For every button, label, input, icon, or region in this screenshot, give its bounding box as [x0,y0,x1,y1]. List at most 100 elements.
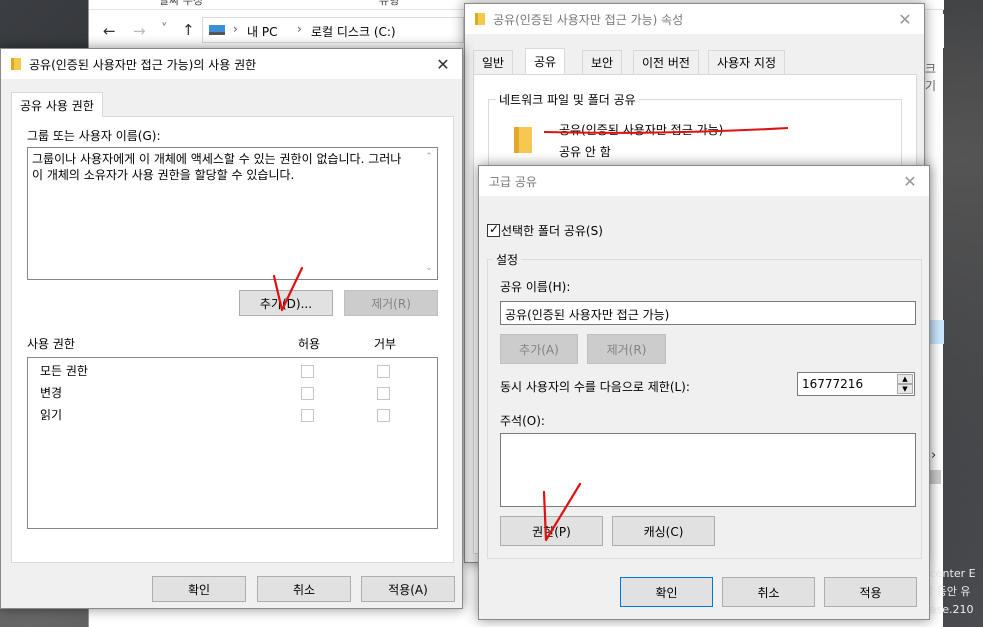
permission-read-label: 읽기 [40,408,63,422]
properties-title: 공유(인증된 사용자만 접근 가능) 속성 [493,12,684,27]
share-permissions-dialog: 공유(인증된 사용자만 접근 가능)의 사용 권한 ✕ 공유 사용 권한 그룹 … [0,48,463,609]
ok-button[interactable]: 확인 [152,576,246,602]
permissions-header-label: 사용 권한 [27,337,75,351]
button-label: 제거(R) [606,342,647,357]
network-share-group-label: 네트워크 파일 및 폴더 공유 [496,91,639,108]
button-label: 확인 [655,585,678,600]
stepper-down-icon[interactable]: ▼ [897,384,913,394]
share-name-value: 공유(인증된 사용자만 접근 가능) [505,308,670,322]
cancel-button[interactable]: 취소 [257,576,351,602]
apply-button[interactable]: 적용(A) [361,576,455,602]
permission-change-label: 변경 [40,386,63,400]
tab-previous-versions[interactable]: 이전 버전 [633,50,699,74]
tab-label: 사용자 지정 [717,56,777,70]
tab-share-permissions[interactable]: 공유 사용 권한 [11,92,103,117]
breadcrumb-separator: › [297,22,302,36]
annotation-checkmark-add [272,266,304,312]
remove-share-button[interactable]: 제거(R) [587,334,666,364]
notification-text-line: 일 동안 유 [923,585,971,598]
share-status-text: 공유 안 함 [559,145,611,159]
share-name-label: 공유 이름(H): [500,280,571,294]
permission-full-control-label: 모든 권한 [40,364,88,378]
advanced-sharing-dialog: 고급 공유 ✕ 선택한 폴더 공유(S) 설정 공유 이름(H): 공유(인증된… [478,165,930,620]
up-arrow-icon[interactable]: ↑ [182,21,195,39]
deny-header: 거부 [374,337,397,351]
tab-label: 일반 [482,56,505,70]
breadcrumb-separator: › [233,22,238,36]
breadcrumb-this-pc[interactable]: 내 PC [247,23,277,40]
button-label: 적용 [859,585,882,600]
button-label: 캐싱(C) [643,524,684,539]
button-label: 취소 [757,585,780,600]
full-control-allow-checkbox[interactable] [301,365,314,378]
caching-button[interactable]: 캐싱(C) [612,516,715,546]
folder-icon [11,58,21,70]
share-folder-label: 선택한 폴더 공유(S) [501,224,603,238]
add-share-button[interactable]: 추가(A) [500,334,578,364]
notification-text-line: ease.210 [923,603,974,616]
notification-text-line: acenter E [923,567,976,580]
tab-label: 공유 [534,55,557,69]
user-limit-label: 동시 사용자의 수를 다음으로 제한(L): [500,380,690,394]
tab-label: 공유 사용 권한 [20,98,94,113]
back-arrow-icon[interactable]: ← [103,22,116,40]
stepper-up-icon[interactable]: ▲ [897,374,913,384]
folder-icon [475,13,485,25]
annotation-checkmark-permissions [542,482,582,542]
allow-header: 허용 [298,337,321,351]
user-limit-value: 16777216 [802,377,864,391]
button-label: 제거(R) [371,296,411,311]
permissions-titlebar: 공유(인증된 사용자만 접근 가능)의 사용 권한 ✕ [1,49,462,79]
change-deny-checkbox[interactable] [377,387,390,400]
tab-sharing[interactable]: 공유 [525,48,566,74]
tab-customize[interactable]: 사용자 지정 [708,50,786,74]
tab-label: 보안 [591,56,614,70]
apply-button[interactable]: 적용 [824,577,917,607]
close-icon[interactable]: ✕ [901,172,919,191]
recent-dropdown-icon[interactable]: ˅ [161,22,168,37]
change-allow-checkbox[interactable] [301,387,314,400]
tab-label: 이전 버전 [642,56,690,70]
explorer-edge-text: acenter E 일 동안 유 ease.210 [923,565,983,625]
this-pc-icon [209,25,225,35]
column-header-type[interactable]: 유형 [379,0,399,8]
close-icon[interactable]: ✕ [434,55,452,74]
share-folder-checkbox[interactable] [487,222,500,237]
scroll-right-icon[interactable]: › [931,448,936,463]
advanced-title: 고급 공유 [489,174,537,189]
advanced-titlebar: 고급 공유 ✕ [479,166,929,196]
permissions-title: 공유(인증된 사용자만 접근 가능)의 사용 권한 [29,57,257,72]
properties-titlebar: 공유(인증된 사용자만 접근 가능) 속성 ✕ [465,4,924,34]
settings-group-label: 설정 [493,251,522,268]
button-label: 취소 [292,582,316,597]
close-icon[interactable]: ✕ [896,10,914,29]
shared-folder-icon [514,127,532,153]
group-user-listbox[interactable]: 그룹이나 사용자에게 이 개체에 액세스할 수 있는 권한이 없습니다. 그러나… [27,147,438,280]
annotation-underline [543,127,789,134]
scroll-up-icon[interactable]: ⌃ [423,152,435,164]
read-allow-checkbox[interactable] [301,409,314,422]
user-limit-stepper[interactable]: 16777216 ▲ ▼ [797,372,915,396]
column-header-size[interactable]: 크기 [925,60,943,94]
properties-tab-strip: 일반 공유 보안 이전 버전 사용자 지정 [473,48,913,74]
ok-button[interactable]: 확인 [620,577,713,607]
tab-security[interactable]: 보안 [582,50,623,74]
column-header-date[interactable]: 날짜 수정 [159,0,203,8]
share-name-field[interactable]: 공유(인증된 사용자만 접근 가능) [500,301,916,325]
read-deny-checkbox[interactable] [377,409,390,422]
group-user-label: 그룹 또는 사용자 이름(G): [27,129,161,143]
scroll-down-icon[interactable]: ⌄ [423,263,435,275]
permissions-tab-panel: 그룹 또는 사용자 이름(G): 그룹이나 사용자에게 이 개체에 액세스할 수… [11,116,454,563]
full-control-deny-checkbox[interactable] [377,365,390,378]
no-permission-message: 그룹이나 사용자에게 이 개체에 액세스할 수 있는 권한이 없습니다. 그러나… [32,152,402,182]
address-bar[interactable]: › 내 PC › 로컬 디스크 (C:) [202,17,464,43]
breadcrumb-local-disk[interactable]: 로컬 디스크 (C:) [311,23,396,40]
cancel-button[interactable]: 취소 [722,577,815,607]
button-label: 적용(A) [388,582,428,597]
button-label: 확인 [187,582,211,597]
forward-arrow-icon[interactable]: → [133,22,146,40]
permissions-list: 모든 권한 변경 읽기 [27,357,438,529]
tab-general[interactable]: 일반 [473,50,514,74]
comment-label: 주석(O): [500,414,545,428]
remove-user-button[interactable]: 제거(R) [344,290,438,316]
